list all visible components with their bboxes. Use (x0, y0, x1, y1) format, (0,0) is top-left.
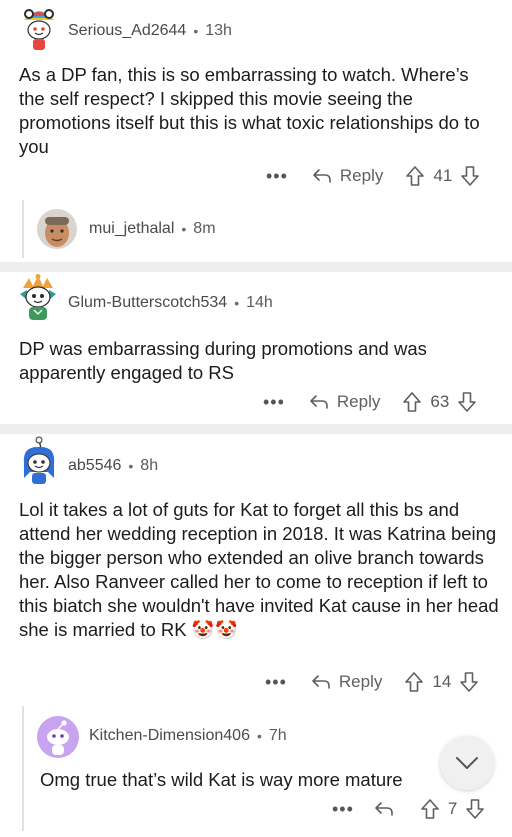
vote-count: 41 (433, 166, 453, 185)
jump-next-comment-button[interactable] (440, 736, 494, 790)
reply-button[interactable]: Reply (312, 166, 383, 186)
timestamp: 8h (140, 457, 159, 474)
reply-label: Reply (338, 672, 383, 691)
thread-line[interactable] (22, 200, 24, 258)
timestamp: 7h (268, 727, 287, 744)
comment-actions: ••• Reply 14 (265, 668, 479, 696)
comment-text: Lol it takes a lot of guts for Kat to fo… (19, 499, 499, 640)
username[interactable]: Glum-Butterscotch534 (68, 294, 227, 312)
reply-meta: mui_jethalal • 8m (89, 220, 216, 238)
more-options-button[interactable]: ••• (263, 392, 285, 413)
comment-body: DP was embarrassing during promotions an… (19, 338, 427, 383)
meta-separator: • (256, 728, 262, 744)
reply-arrow-icon (312, 675, 330, 689)
meta-separator: • (193, 23, 199, 39)
chevron-down-icon (456, 757, 478, 769)
upvote-icon[interactable] (402, 391, 422, 413)
snoo-avatar-blue-hair-icon (23, 436, 55, 484)
avatar[interactable] (17, 274, 59, 322)
avatar[interactable] (37, 209, 77, 249)
vote-controls: 7 (420, 798, 485, 820)
meta-separator: • (181, 221, 187, 237)
reply-arrow-icon (310, 395, 328, 409)
clown-emoji: 🤡🤡 (191, 620, 239, 640)
snoo-avatar-purple-icon (37, 716, 79, 758)
timestamp: 14h (246, 294, 273, 311)
vote-controls: 63 (402, 391, 477, 413)
downvote-icon[interactable] (459, 671, 479, 693)
reply-arrow-icon (375, 802, 393, 816)
reply-actions: ••• 7 (332, 795, 485, 823)
comment-actions: ••• Reply 63 (263, 388, 477, 416)
comment-meta: Glum-Butterscotch534 • 14h (68, 294, 273, 312)
timestamp: 8m (193, 220, 216, 237)
reply-meta: Kitchen-Dimension406 • 7h (89, 727, 287, 745)
reply-label: Reply (339, 166, 384, 185)
reply-button[interactable] (374, 801, 402, 817)
comment-body: Lol it takes a lot of guts for Kat to fo… (19, 498, 503, 642)
vote-controls: 41 (405, 165, 480, 187)
comment-meta: Serious_Ad2644 • 13h (68, 22, 232, 40)
comment-separator (0, 262, 512, 272)
downvote-icon[interactable] (457, 391, 477, 413)
vote-count: 63 (430, 392, 450, 411)
comment-meta: ab5546 • 8h (68, 457, 158, 475)
meta-separator: • (234, 295, 240, 311)
thread-line[interactable] (22, 706, 24, 831)
reply-button[interactable]: Reply (311, 672, 382, 692)
username[interactable]: mui_jethalal (89, 220, 174, 238)
vote-count: 14 (432, 672, 452, 691)
timestamp: 13h (205, 22, 232, 39)
more-options-button[interactable]: ••• (265, 672, 287, 693)
comment-actions: ••• Reply 41 (266, 162, 480, 190)
username[interactable]: ab5546 (68, 457, 121, 475)
username[interactable]: Serious_Ad2644 (68, 22, 186, 40)
more-options-button[interactable]: ••• (332, 799, 354, 820)
meta-separator: • (128, 458, 134, 474)
upvote-icon[interactable] (420, 798, 440, 820)
avatar[interactable] (18, 436, 60, 486)
avatar[interactable] (37, 716, 79, 758)
reply-button[interactable]: Reply (309, 392, 380, 412)
downvote-icon[interactable] (465, 798, 485, 820)
reply-body: Omg true that’s wild Kat is way more mat… (40, 769, 403, 790)
vote-count: 7 (447, 799, 458, 818)
reply-arrow-icon (313, 169, 331, 183)
upvote-icon[interactable] (405, 165, 425, 187)
username[interactable]: Kitchen-Dimension406 (89, 727, 250, 745)
snoo-avatar-dragon-icon (20, 274, 56, 320)
upvote-icon[interactable] (404, 671, 424, 693)
downvote-icon[interactable] (460, 165, 480, 187)
more-options-button[interactable]: ••• (266, 166, 288, 187)
reply-label: Reply (336, 392, 381, 411)
comment-body: As a DP fan, this is so embarrassing to … (19, 64, 480, 157)
snoo-avatar-rainbow-hat-icon (24, 9, 54, 50)
vote-controls: 14 (404, 671, 479, 693)
comment-separator (0, 424, 512, 434)
profile-photo-avatar (37, 209, 77, 249)
avatar[interactable] (18, 4, 60, 52)
